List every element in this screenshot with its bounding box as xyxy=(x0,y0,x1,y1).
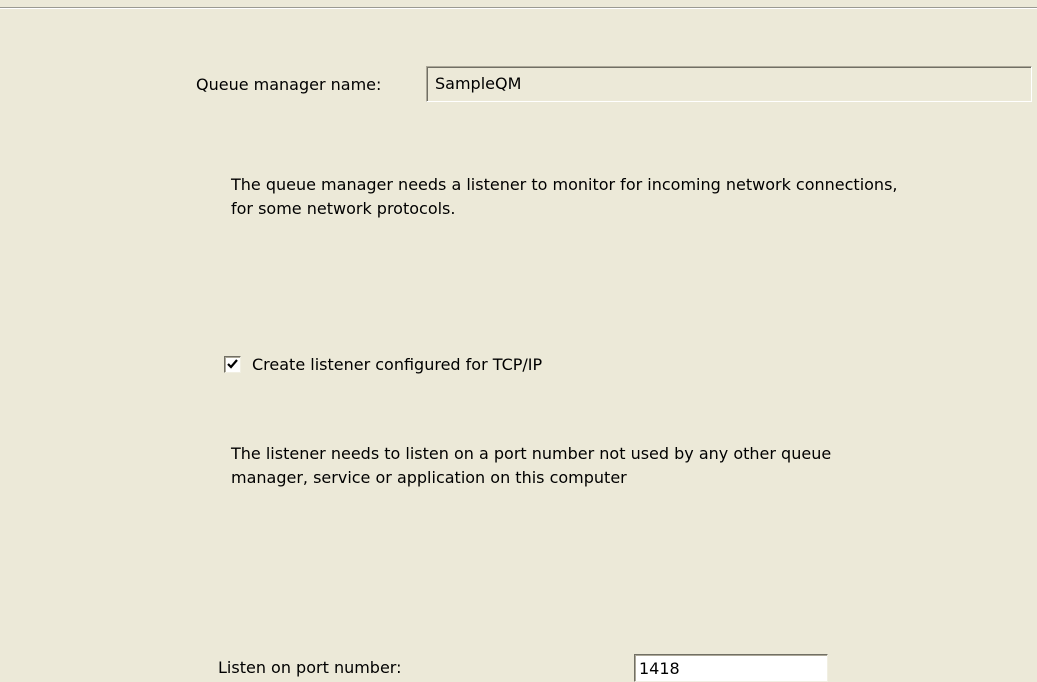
top-separator xyxy=(0,7,1037,9)
port-number-input[interactable] xyxy=(634,654,828,682)
port-description-line-2: manager, service or application on this … xyxy=(231,468,627,487)
queue-manager-name-field[interactable]: SampleQM xyxy=(426,66,1032,102)
listener-description-line-1: The queue manager needs a listener to mo… xyxy=(231,175,898,194)
port-description-line-1: The listener needs to listen on a port n… xyxy=(231,444,832,463)
port-number-label: Listen on port number: xyxy=(218,658,402,677)
create-listener-checkbox[interactable] xyxy=(224,355,241,373)
listener-description: The queue manager needs a listener to mo… xyxy=(231,173,898,221)
checkmark-icon xyxy=(227,358,238,369)
port-description: The listener needs to listen on a port n… xyxy=(231,442,831,490)
create-listener-option[interactable]: Create listener configured for TCP/IP xyxy=(224,353,542,375)
create-listener-label[interactable]: Create listener configured for TCP/IP xyxy=(252,355,542,374)
queue-manager-name-label: Queue manager name: xyxy=(196,75,382,94)
listener-description-line-2: for some network protocols. xyxy=(231,199,456,218)
